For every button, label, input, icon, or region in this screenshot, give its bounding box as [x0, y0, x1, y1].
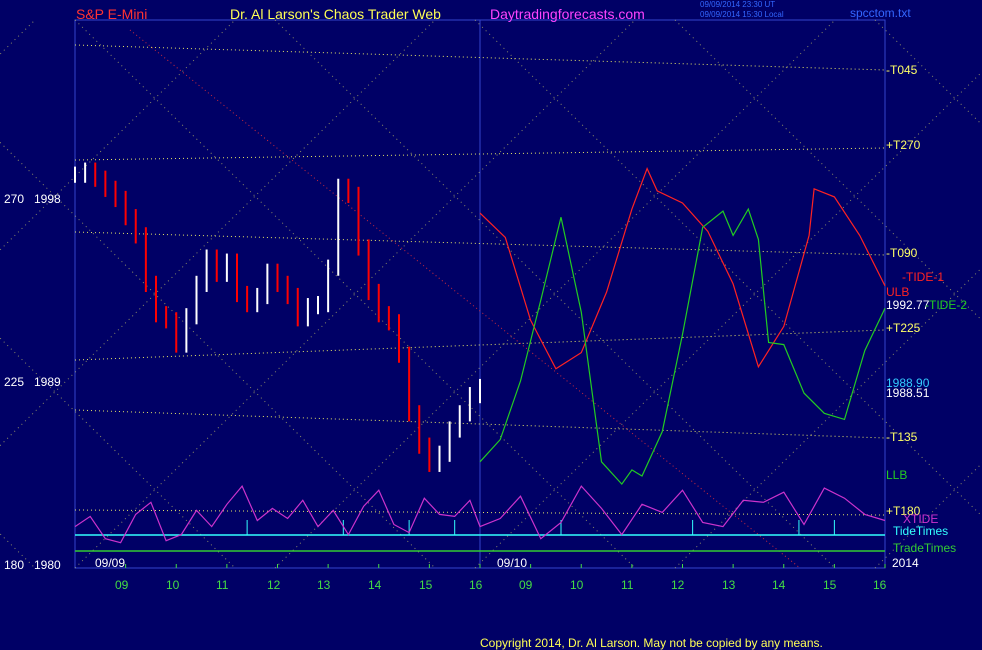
- series-tide-2: [479, 207, 886, 486]
- right-label-t270: +T270: [886, 138, 921, 152]
- y-price-label: 1998: [34, 192, 61, 206]
- symbol-title: S&P E-Mini: [76, 6, 148, 22]
- right-label-price-1: 1992.77: [886, 298, 930, 312]
- right-label-tidetimes: TideTimes: [893, 524, 949, 538]
- forecast-date-label: 09/10: [497, 556, 528, 570]
- chart-canvas: [0, 19, 982, 569]
- right-label-t135: -T135: [886, 430, 918, 444]
- start-date-label: 09/09: [95, 556, 126, 570]
- x-tick-label: 09: [115, 578, 129, 592]
- right-label-llb: LLB: [886, 468, 908, 482]
- right-label-t090: -T090: [886, 246, 918, 260]
- lattice-line: [0, 19, 236, 251]
- lattice-line: [674, 19, 982, 322]
- x-tick-label: 13: [317, 578, 331, 592]
- timestamp-local: 09/09/2014 15:30 Local: [700, 10, 784, 19]
- lattice-line: [0, 19, 436, 447]
- x-tick-label: 15: [419, 578, 433, 592]
- x-tick-label: 11: [621, 578, 634, 592]
- x-tick-label: 10: [166, 578, 180, 592]
- site-link[interactable]: Daytradingforecasts.com: [490, 6, 645, 22]
- x-tick-label: 11: [216, 578, 229, 592]
- right-label-ulb: ULB: [886, 285, 910, 299]
- x-tick-label: 13: [722, 578, 736, 592]
- x-tick-label: 09: [519, 578, 533, 592]
- x-tick-label: 14: [772, 578, 786, 592]
- timestamp-ut: 09/09/2014 23:30 UT: [700, 0, 776, 9]
- lattice-line: [0, 19, 36, 55]
- right-label-tide1: -TIDE-1: [902, 270, 944, 284]
- y-price-label: 1989: [34, 375, 61, 389]
- y-angle-label: 270: [4, 192, 25, 206]
- right-label-t225: +T225: [886, 321, 921, 335]
- time-diagonal: [129, 29, 801, 569]
- lattice-line: [0, 141, 436, 569]
- lattice-line: [0, 533, 36, 569]
- series-tide-1: [479, 167, 886, 370]
- file-name: spcctom.txt: [850, 6, 911, 20]
- x-tick-label: 15: [823, 578, 837, 592]
- x-tick-label: 12: [267, 578, 281, 592]
- publisher-title: Dr. Al Larson's Chaos Trader Web: [230, 6, 441, 22]
- x-tick-label: 10: [570, 578, 584, 592]
- lattice-line: [0, 337, 236, 569]
- x-tick-label: 16: [873, 578, 887, 592]
- copyright: Copyright 2014, Dr. Al Larson. May not b…: [480, 636, 823, 650]
- right-label-t045: -T045: [886, 63, 918, 77]
- lattice-line: [674, 266, 982, 569]
- x-tick-label: 12: [671, 578, 685, 592]
- right-label-price-3: 1988.51: [886, 386, 930, 400]
- y-angle-label: 225: [4, 375, 25, 389]
- x-tick-label: 14: [368, 578, 382, 592]
- right-label-tradetimes: TradeTimes: [893, 541, 957, 555]
- year-label: 2014: [892, 556, 919, 570]
- x-tick-label: 16: [469, 578, 483, 592]
- right-label-tide2: -TIDE-2: [925, 298, 967, 312]
- y-price-label: 1980: [34, 558, 61, 572]
- y-angle-label: 180: [4, 558, 25, 572]
